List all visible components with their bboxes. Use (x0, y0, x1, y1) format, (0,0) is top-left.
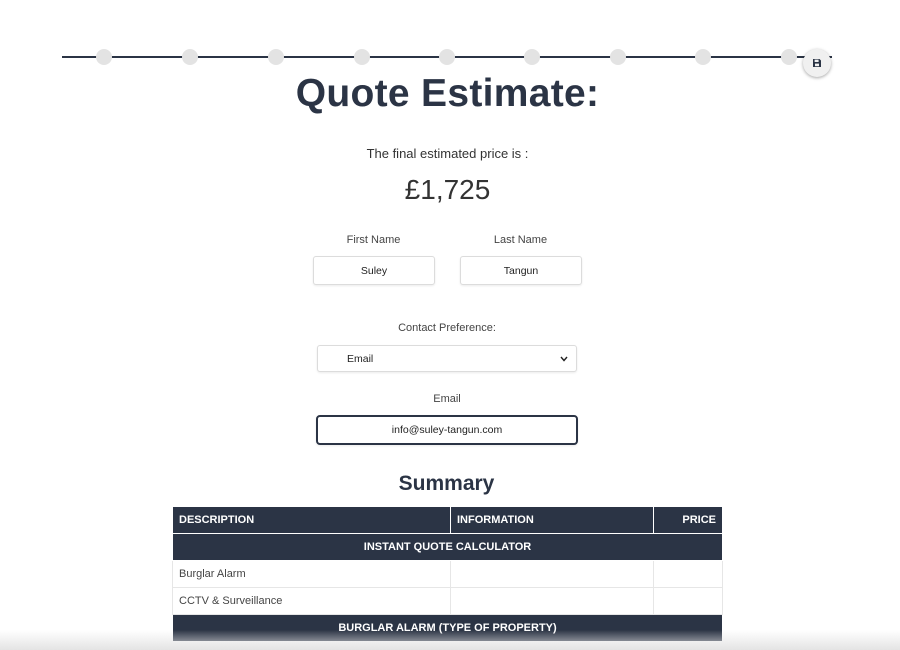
table-header-row: DESCRIPTION INFORMATION PRICE (172, 506, 723, 534)
section-header-row: INSTANT QUOTE CALCULATOR (172, 533, 723, 561)
row-description: Burglar Alarm (172, 560, 451, 588)
contact-preference-label: Contact Preference: (398, 322, 496, 334)
contact-preference-select[interactable]: Email (317, 345, 577, 372)
save-icon (813, 59, 821, 67)
email-field[interactable]: info@suley-tangun.com (316, 415, 578, 445)
contact-preference-value: Email (347, 352, 374, 365)
progress-step-dot[interactable] (268, 49, 284, 65)
row-information (450, 560, 654, 588)
row-price (653, 560, 723, 588)
progress-step-dot[interactable] (695, 49, 711, 65)
last-name-field[interactable]: Tangun (460, 256, 582, 285)
progress-step-dot[interactable] (96, 49, 112, 65)
estimate-caption: The final estimated price is : (366, 146, 529, 161)
last-name-label: Last Name (493, 234, 548, 246)
summary-title: Summary (398, 472, 495, 495)
section-title: INSTANT QUOTE CALCULATOR (172, 533, 723, 561)
progress-step-dot[interactable] (524, 49, 540, 65)
column-header-price: PRICE (653, 506, 723, 534)
first-name-label: First Name (346, 234, 401, 246)
column-header-information: INFORMATION (450, 506, 654, 534)
column-header-description: DESCRIPTION (172, 506, 451, 534)
summary-table: DESCRIPTION INFORMATION PRICE INSTANT QU… (172, 506, 723, 642)
row-information (450, 587, 654, 615)
email-label: Email (433, 393, 461, 405)
estimated-price: £1,725 (404, 174, 491, 205)
bottom-fade (0, 630, 900, 650)
progress-step-dot[interactable] (354, 49, 370, 65)
row-description: CCTV & Surveillance (172, 587, 451, 615)
chevron-down-icon (560, 356, 568, 362)
progress-step-dot[interactable] (182, 49, 198, 65)
progress-step-dot[interactable] (781, 49, 797, 65)
row-price (653, 587, 723, 615)
page-title: Quote Estimate: (295, 72, 600, 115)
table-row: Burglar Alarm (172, 560, 723, 588)
first-name-field[interactable]: Suley (313, 256, 435, 285)
progress-step-dot[interactable] (439, 49, 455, 65)
table-row: CCTV & Surveillance (172, 587, 723, 615)
progress-step-dot[interactable] (610, 49, 626, 65)
